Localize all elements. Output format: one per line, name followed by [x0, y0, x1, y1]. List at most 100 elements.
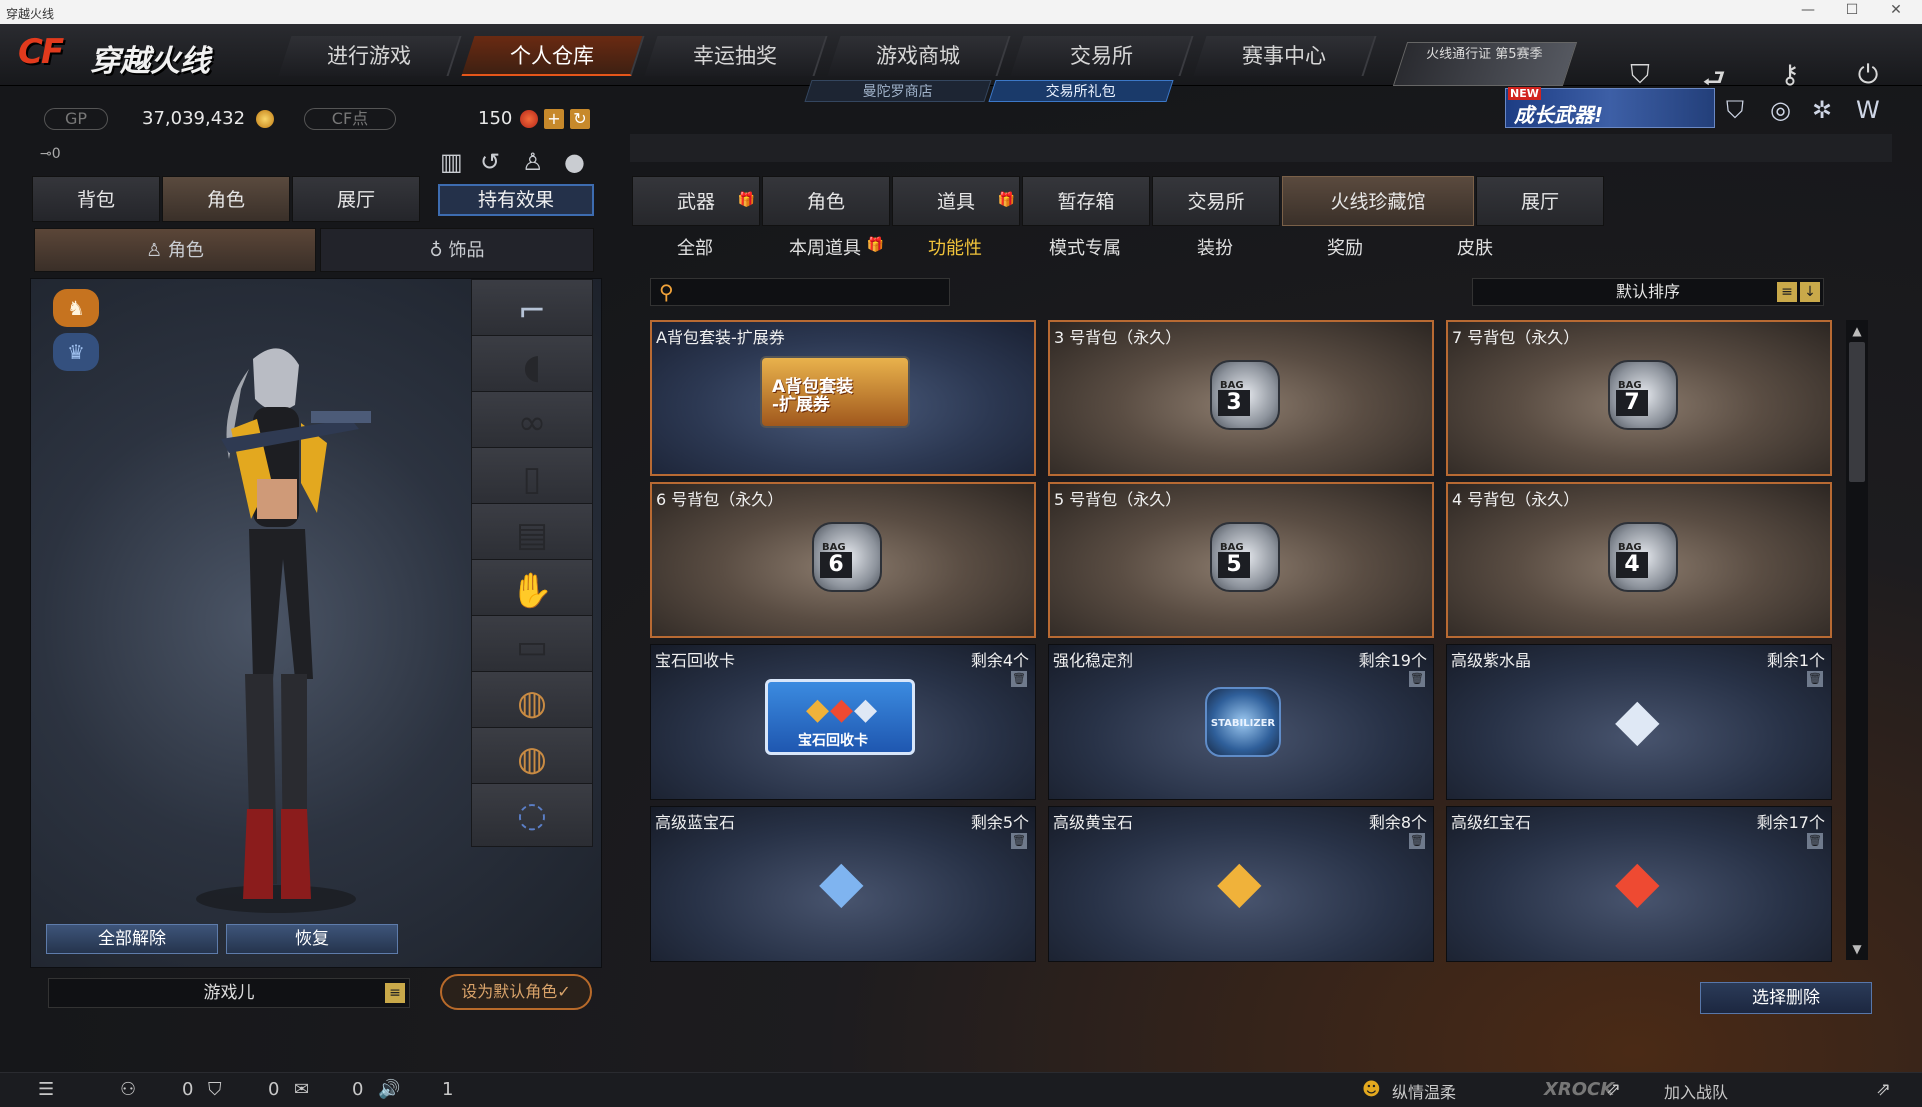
- tab-exchange[interactable]: 交易所: [1152, 176, 1280, 226]
- item-card[interactable]: 高级紫水晶 剩余1个 🗑 ◆: [1446, 644, 1832, 800]
- filter-all[interactable]: 全部: [632, 234, 758, 264]
- slot-glasses[interactable]: ∞: [471, 391, 593, 455]
- subnav-shop[interactable]: 曼陀罗商店: [804, 80, 992, 102]
- rank-badge-icon[interactable]: ♛: [53, 333, 99, 371]
- list-icon[interactable]: ≡: [385, 983, 405, 1003]
- nav-tab-lottery[interactable]: 幸运抽奖: [644, 36, 828, 76]
- menu-icon[interactable]: ☰: [38, 1079, 54, 1100]
- tab-items[interactable]: 道具 🎁: [892, 176, 1020, 226]
- scroll-down-icon[interactable]: ▼: [1849, 942, 1865, 956]
- slot-backpack[interactable]: ▤: [471, 503, 593, 567]
- grenade-icon[interactable]: ●: [564, 148, 585, 176]
- filter-functional[interactable]: 功能性: [892, 234, 1018, 264]
- item-card[interactable]: 高级蓝宝石 剩余5个 🗑 ◆: [650, 806, 1036, 962]
- volume-icon[interactable]: 🔊: [378, 1079, 400, 1100]
- nav-tab-play[interactable]: 进行游戏: [278, 36, 462, 76]
- clan-icon[interactable]: ⛉: [208, 1079, 222, 1100]
- item-card[interactable]: 4 号背包（永久） BAG 4: [1446, 482, 1832, 638]
- filter-reward[interactable]: 奖励: [1282, 234, 1408, 264]
- nav-tab-warehouse[interactable]: 个人仓库: [461, 36, 645, 76]
- tab-weapons[interactable]: 武器 🎁: [632, 176, 760, 226]
- item-card[interactable]: 3 号背包（永久） BAG 3: [1048, 320, 1434, 476]
- subnav-exchange-gift[interactable]: 交易所礼包: [988, 80, 1174, 102]
- subtab-character[interactable]: ♙ 角色: [34, 228, 316, 272]
- item-card[interactable]: 高级黄宝石 剩余8个 🗑 ◆: [1048, 806, 1434, 962]
- filter-weekly[interactable]: 本周道具 🎁: [762, 234, 888, 264]
- history-icon[interactable]: ↺: [480, 148, 500, 176]
- nav-tab-store[interactable]: 游戏商城: [827, 36, 1011, 76]
- slot-vest[interactable]: ▯: [471, 447, 593, 511]
- scrollbar[interactable]: ▲ ▼: [1846, 320, 1868, 960]
- list-icon[interactable]: ≡: [1777, 282, 1797, 302]
- shield-icon[interactable]: ⛉: [1620, 60, 1660, 91]
- slot-pants[interactable]: ▭: [471, 615, 593, 679]
- tab-roles[interactable]: 角色: [762, 176, 890, 226]
- chat-icon[interactable]: ✉: [294, 1079, 309, 1100]
- battle-pass-banner[interactable]: 火线通行证 第5赛季: [1392, 42, 1578, 86]
- promo-banner[interactable]: NEW 成长武器!: [1505, 87, 1715, 128]
- expand-icon[interactable]: ⇗: [1876, 1079, 1891, 1100]
- external-link-icon[interactable]: ⇗: [1606, 1079, 1621, 1100]
- search-input[interactable]: [687, 282, 943, 302]
- trash-icon[interactable]: 🗑: [1409, 833, 1425, 849]
- item-card[interactable]: A背包套装-扩展券 A背包套装 -扩展券: [650, 320, 1036, 476]
- character-icon[interactable]: ♙: [522, 148, 544, 176]
- globe-icon[interactable]: ◎: [1770, 96, 1791, 124]
- minimize-button[interactable]: —: [1788, 2, 1828, 18]
- select-delete-button[interactable]: 选择删除: [1700, 982, 1872, 1014]
- tab-backpack[interactable]: 背包: [32, 176, 160, 222]
- maximize-button[interactable]: ☐: [1832, 2, 1872, 18]
- sort-dropdown[interactable]: 默认排序 ≡ ↓: [1472, 278, 1824, 306]
- slot-ring-1[interactable]: ◍: [471, 671, 593, 735]
- stats-icon[interactable]: ▥: [440, 148, 463, 176]
- faction-badge-icon[interactable]: ♞: [53, 289, 99, 327]
- unequip-all-button[interactable]: 全部解除: [46, 924, 218, 954]
- refresh-icon[interactable]: ↻: [570, 109, 590, 129]
- sort-down-icon[interactable]: ↓: [1800, 282, 1820, 302]
- player-name[interactable]: 纵情温柔: [1392, 1079, 1456, 1103]
- tab-character[interactable]: 角色: [162, 176, 290, 222]
- search-box[interactable]: ⚲: [650, 278, 950, 306]
- filter-cosmetic[interactable]: 装扮: [1152, 234, 1278, 264]
- restore-button[interactable]: 恢复: [226, 924, 398, 954]
- settings-icon[interactable]: ⚷: [1770, 60, 1810, 90]
- player-avatar-icon[interactable]: ☻: [1362, 1079, 1381, 1100]
- character-name-field[interactable]: 游戏儿 ≡: [48, 978, 410, 1008]
- tab-showroom[interactable]: 展厅: [1476, 176, 1604, 226]
- slot-ring-2[interactable]: ◍: [471, 727, 593, 791]
- subtab-accessory[interactable]: ♁ 饰品: [320, 228, 594, 272]
- item-card[interactable]: 5 号背包（永久） BAG 5: [1048, 482, 1434, 638]
- tab-collection[interactable]: 火线珍藏馆: [1282, 176, 1474, 226]
- trash-icon[interactable]: 🗑: [1011, 833, 1027, 849]
- friends-icon[interactable]: ⚇: [120, 1079, 136, 1100]
- power-icon[interactable]: ⏻: [1848, 60, 1888, 91]
- scroll-up-icon[interactable]: ▲: [1849, 324, 1865, 338]
- item-card[interactable]: 高级红宝石 剩余17个 🗑 ◆: [1446, 806, 1832, 962]
- trash-icon[interactable]: 🗑: [1409, 671, 1425, 687]
- add-cf-button[interactable]: +: [544, 109, 564, 129]
- slot-headgear[interactable]: ◖: [471, 335, 593, 399]
- scroll-thumb[interactable]: [1849, 342, 1865, 482]
- badge-icon[interactable]: ⛉: [1726, 96, 1744, 124]
- slot-gloves[interactable]: ✋: [471, 559, 593, 623]
- vip-icon[interactable]: W: [1856, 96, 1880, 124]
- slot-bracelet[interactable]: ◌: [471, 783, 593, 847]
- trash-icon[interactable]: 🗑: [1807, 833, 1823, 849]
- close-button[interactable]: ✕: [1876, 2, 1916, 18]
- nav-tab-exchange[interactable]: 交易所: [1010, 36, 1194, 76]
- set-default-character-button[interactable]: 设为默认角色✓: [440, 974, 592, 1010]
- filter-skin[interactable]: 皮肤: [1412, 234, 1538, 264]
- filter-mode[interactable]: 模式专属: [1022, 234, 1148, 264]
- gear-icon[interactable]: ✲: [1812, 96, 1832, 124]
- item-card[interactable]: 7 号背包（永久） BAG 7: [1446, 320, 1832, 476]
- item-card[interactable]: 强化稳定剂 剩余19个 🗑 STABILIZER: [1048, 644, 1434, 800]
- trash-icon[interactable]: 🗑: [1807, 671, 1823, 687]
- join-clan-link[interactable]: 加入战队: [1664, 1079, 1728, 1103]
- item-card[interactable]: 宝石回收卡 剩余4个 🗑 ◆ ◆ ◆ 宝石回收卡: [650, 644, 1036, 800]
- slot-weapon[interactable]: ⌐: [471, 279, 593, 343]
- tab-storage[interactable]: 暂存箱: [1022, 176, 1150, 226]
- trash-icon[interactable]: 🗑: [1011, 671, 1027, 687]
- item-card[interactable]: 6 号背包（永久） BAG 6: [650, 482, 1036, 638]
- nav-tab-events[interactable]: 赛事中心: [1193, 36, 1377, 76]
- effects-button[interactable]: 持有效果: [438, 184, 594, 216]
